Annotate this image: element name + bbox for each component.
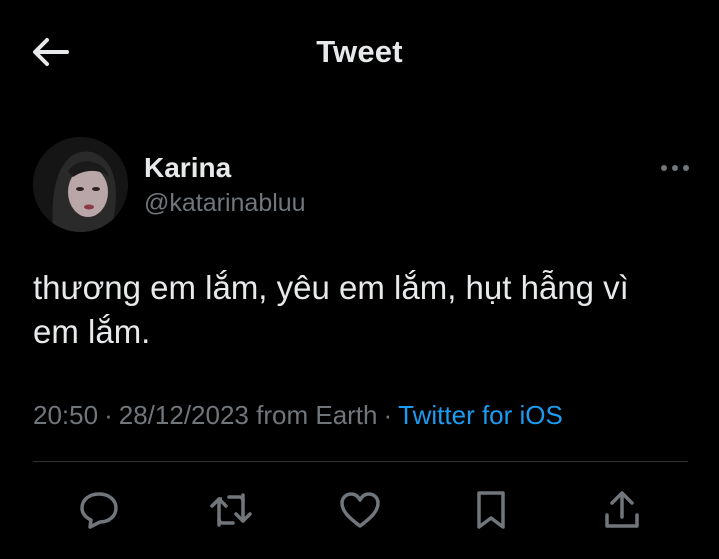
tweet-text-line: thương em lắm, yêu em lắm, hụt hẫng vì [33,269,629,306]
bookmark-icon [474,489,508,531]
avatar[interactable] [33,137,128,232]
heart-icon [338,490,382,530]
share-icon [602,489,642,531]
more-horizontal-icon [660,159,690,177]
retweet-button[interactable] [207,486,255,534]
tweet-metadata: 20:50 · 28/12/2023 from Earth · Twitter for … [33,400,693,431]
separator: · [104,400,113,430]
reply-icon [78,490,120,530]
tweet-text: thương em lắm, yêu em lắm, hụt hẫng vì e… [33,266,683,354]
tweet-author: Karina @katarinabluu [33,137,693,237]
tweet-date[interactable]: 28/12/2023 [119,400,249,430]
author-handle[interactable]: @katarinabluu [144,189,306,218]
reply-button[interactable] [75,486,123,534]
top-bar: Tweet [0,0,719,105]
retweet-icon [208,491,254,529]
bookmark-button[interactable] [467,486,515,534]
more-options-button[interactable] [657,153,693,183]
divider [33,461,688,462]
tweet-time[interactable]: 20:50 [33,400,98,430]
share-button[interactable] [598,486,646,534]
tweet-source-link[interactable]: Twitter for iOS [398,400,563,430]
tweet-location: from Earth [256,400,378,430]
action-bar [0,486,719,534]
separator: · [383,400,393,430]
author-name[interactable]: Karina [144,152,231,184]
page-title: Tweet [316,34,403,69]
like-button[interactable] [336,486,384,534]
tweet-text-line: em lắm. [33,313,151,350]
